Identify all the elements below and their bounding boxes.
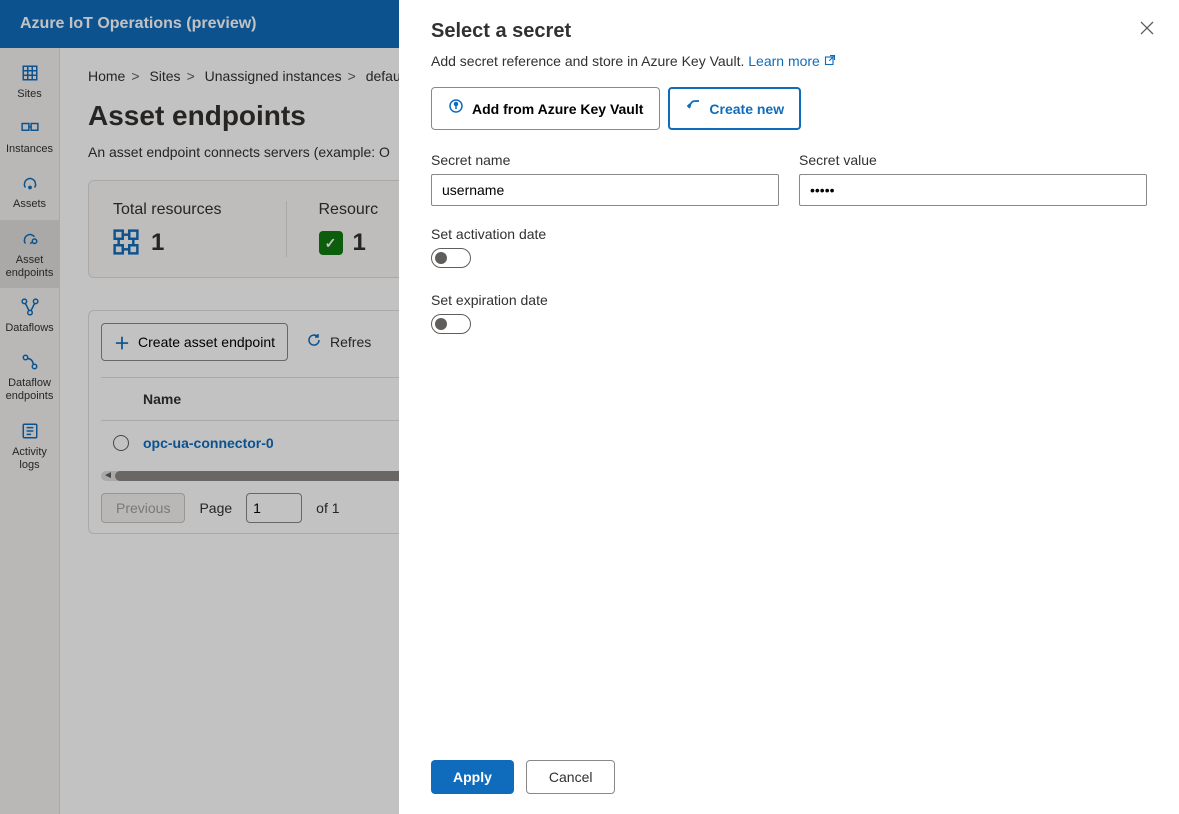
panel-footer: Apply Cancel (431, 744, 1147, 794)
add-from-key-vault-button[interactable]: Add from Azure Key Vault (431, 87, 660, 130)
panel-title: Select a secret (431, 20, 1147, 43)
activation-toggle-group: Set activation date (431, 226, 1147, 268)
mode-selector: Add from Azure Key Vault Create new (431, 87, 1147, 130)
secret-name-field: Secret name (431, 152, 779, 206)
secret-name-label: Secret name (431, 152, 779, 168)
expiration-toggle-group: Set expiration date (431, 292, 1147, 334)
secret-value-label: Secret value (799, 152, 1147, 168)
secret-value-input[interactable] (799, 174, 1147, 206)
apply-button[interactable]: Apply (431, 760, 514, 794)
external-link-icon (824, 53, 836, 69)
activation-date-label: Set activation date (431, 226, 1147, 242)
create-new-button[interactable]: Create new (668, 87, 801, 130)
cancel-button[interactable]: Cancel (526, 760, 616, 794)
key-vault-icon (448, 98, 464, 119)
select-secret-panel: Select a secret Add secret reference and… (399, 0, 1179, 814)
close-button[interactable] (1139, 20, 1155, 41)
secret-name-input[interactable] (431, 174, 779, 206)
panel-description: Add secret reference and store in Azure … (431, 53, 1147, 69)
learn-more-link[interactable]: Learn more (748, 53, 836, 69)
create-new-icon (685, 98, 701, 119)
button-label: Create new (709, 101, 784, 117)
activation-date-toggle[interactable] (431, 248, 471, 268)
secret-value-field: Secret value (799, 152, 1147, 206)
button-label: Add from Azure Key Vault (472, 101, 643, 117)
expiration-date-label: Set expiration date (431, 292, 1147, 308)
expiration-date-toggle[interactable] (431, 314, 471, 334)
